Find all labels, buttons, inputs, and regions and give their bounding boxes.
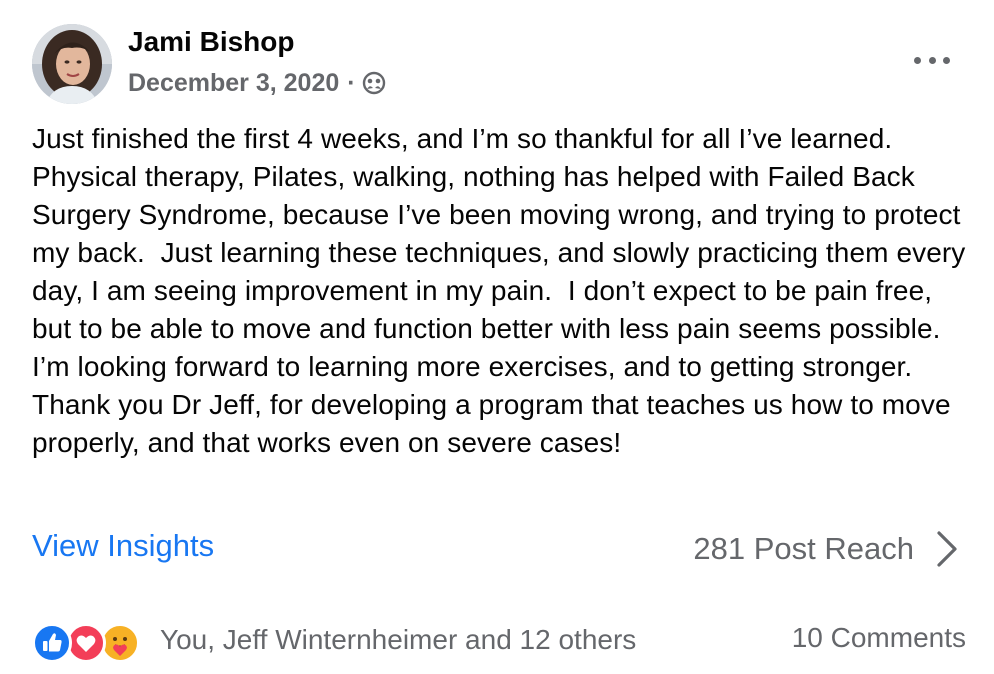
author-name[interactable]: Jami Bishop (128, 26, 294, 58)
view-insights-link[interactable]: View Insights (32, 528, 214, 564)
love-icon (66, 623, 106, 663)
more-dot (914, 56, 921, 64)
more-dot (928, 56, 936, 64)
reaction-summary[interactable]: You, Jeff Winternheimer and 12 others (32, 618, 637, 663)
more-options-icon[interactable] (914, 46, 950, 74)
post-date[interactable]: December 3, 2020 (128, 69, 339, 98)
friends-audience-icon[interactable] (362, 71, 386, 95)
meta-separator: · (347, 68, 356, 97)
care-icon (100, 623, 140, 663)
post-meta: December 3, 2020 · (128, 66, 386, 100)
comments-count[interactable]: 10 Comments (792, 622, 966, 654)
chevron-right-icon (937, 531, 957, 567)
reaction-icons (32, 618, 150, 663)
post-card: Jami Bishop December 3, 2020 · Just fini… (0, 0, 994, 674)
post-text: Just finished the first 4 weeks, and I’m… (32, 123, 974, 458)
more-dot (943, 56, 950, 64)
reaction-names: You, Jeff Winternheimer and 12 others (160, 624, 637, 655)
like-icon (32, 623, 72, 663)
avatar-photo (32, 24, 112, 104)
avatar[interactable] (32, 24, 112, 104)
post-reach[interactable]: 281 Post Reach (693, 526, 960, 572)
post-reach-text: 281 Post Reach (693, 531, 914, 566)
